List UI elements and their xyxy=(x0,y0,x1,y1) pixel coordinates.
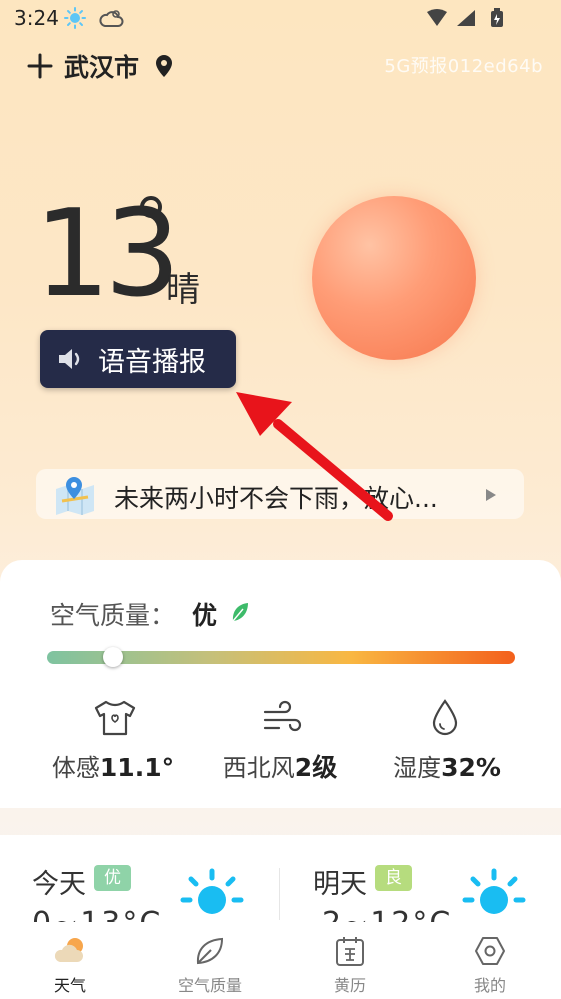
leaf-icon xyxy=(196,937,224,965)
sun-illustration xyxy=(312,196,476,360)
bottom-navigation: 天气 空气质量 黄历 我的 xyxy=(0,922,561,999)
tomorrow-aqi-badge: 良 xyxy=(375,865,412,891)
wind-icon xyxy=(263,700,302,732)
map-pin-icon xyxy=(56,477,94,515)
weather-icon xyxy=(54,938,83,962)
system-status-icons xyxy=(427,8,503,27)
tshirt-icon xyxy=(94,700,136,736)
humidity-label: 湿度 xyxy=(393,754,442,782)
voice-broadcast-label: 语音播报 xyxy=(98,346,206,378)
status-time: 3:24 xyxy=(14,6,59,30)
wind-direction-label: 西北风 xyxy=(222,754,295,782)
tomorrow-aqi-text: 良 xyxy=(385,868,402,888)
location-pin-icon xyxy=(156,55,172,77)
today-aqi-badge: 优 xyxy=(94,865,131,891)
degree-symbol xyxy=(140,196,162,218)
wind-level-value: 2级 xyxy=(294,753,338,782)
nav-weather[interactable]: 天气 xyxy=(0,922,140,999)
air-quality-label: 空气质量： xyxy=(50,601,176,630)
red-pointer-arrow xyxy=(236,392,393,521)
drop-icon xyxy=(432,699,458,736)
nav-almanac-label: 黄历 xyxy=(333,976,366,995)
nav-weather-label: 天气 xyxy=(53,976,86,995)
wind-stat: 西北风2级 xyxy=(205,748,355,784)
calendar-icon xyxy=(336,937,364,966)
nav-air-quality[interactable]: 空气质量 xyxy=(140,922,280,999)
watermark-text: 5G预报012ed64b xyxy=(384,56,543,77)
today-label: 今天 xyxy=(32,869,86,900)
today-aqi-text: 优 xyxy=(104,868,121,888)
nav-air-quality-label: 空气质量 xyxy=(177,976,242,995)
hexagon-icon xyxy=(475,937,505,965)
nav-profile-label: 我的 xyxy=(473,976,506,995)
city-name[interactable]: 武汉市 xyxy=(64,48,139,84)
weather-condition: 晴 xyxy=(166,270,200,310)
nav-profile[interactable]: 我的 xyxy=(420,922,560,999)
tomorrow-label: 明天 xyxy=(313,869,367,900)
cloud-status-icon xyxy=(99,10,124,27)
sun-status-icon xyxy=(64,7,86,29)
feels-like-label: 体感 xyxy=(51,754,100,782)
play-arrow-icon xyxy=(486,489,496,501)
feels-like-stat: 体感11.1° xyxy=(38,748,188,783)
add-city-icon[interactable] xyxy=(26,52,54,80)
feels-like-value: 11.1° xyxy=(99,753,175,782)
forecast-divider xyxy=(279,868,280,920)
air-quality-value[interactable]: 优 xyxy=(192,596,217,632)
air-quality-indicator xyxy=(102,647,123,667)
voice-broadcast-button[interactable]: 语音播报 xyxy=(40,330,236,388)
nav-almanac[interactable]: 黄历 xyxy=(280,922,420,999)
speaker-icon xyxy=(59,349,80,369)
humidity-stat: 湿度32% xyxy=(372,748,522,783)
humidity-value: 32% xyxy=(441,753,501,782)
leaf-icon xyxy=(232,603,248,622)
